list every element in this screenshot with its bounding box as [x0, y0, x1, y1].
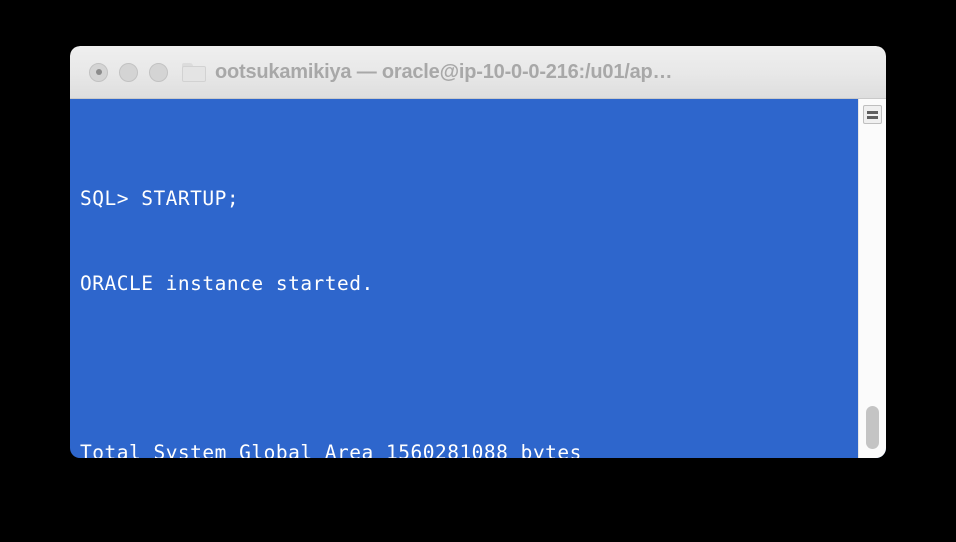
- terminal-line: Total System Global Area 1560281088 byte…: [80, 441, 582, 458]
- vertical-scrollbar[interactable]: [858, 99, 886, 458]
- terminal-output[interactable]: SQL> STARTUP; ORACLE instance started. T…: [70, 99, 858, 458]
- minimize-button[interactable]: [119, 62, 138, 82]
- desktop: ootsukamikiya — oracle@ip-10-0-0-216:/u0…: [0, 0, 956, 542]
- close-icon: [95, 69, 102, 75]
- terminal-body[interactable]: SQL> STARTUP; ORACLE instance started. T…: [70, 99, 886, 458]
- folder-icon: [182, 62, 206, 82]
- window-controls: [89, 62, 168, 82]
- split-pane-icon[interactable]: [863, 105, 882, 124]
- terminal-line: ORACLE instance started.: [80, 272, 374, 296]
- zoom-button[interactable]: [149, 62, 168, 82]
- window-title-bar[interactable]: ootsukamikiya — oracle@ip-10-0-0-216:/u0…: [70, 46, 886, 99]
- terminal-line: SQL> STARTUP;: [80, 187, 240, 211]
- terminal-window[interactable]: ootsukamikiya — oracle@ip-10-0-0-216:/u0…: [70, 46, 886, 458]
- scrollbar-thumb[interactable]: [866, 406, 879, 449]
- close-button[interactable]: [89, 62, 108, 82]
- window-title: ootsukamikiya — oracle@ip-10-0-0-216:/u0…: [215, 60, 673, 83]
